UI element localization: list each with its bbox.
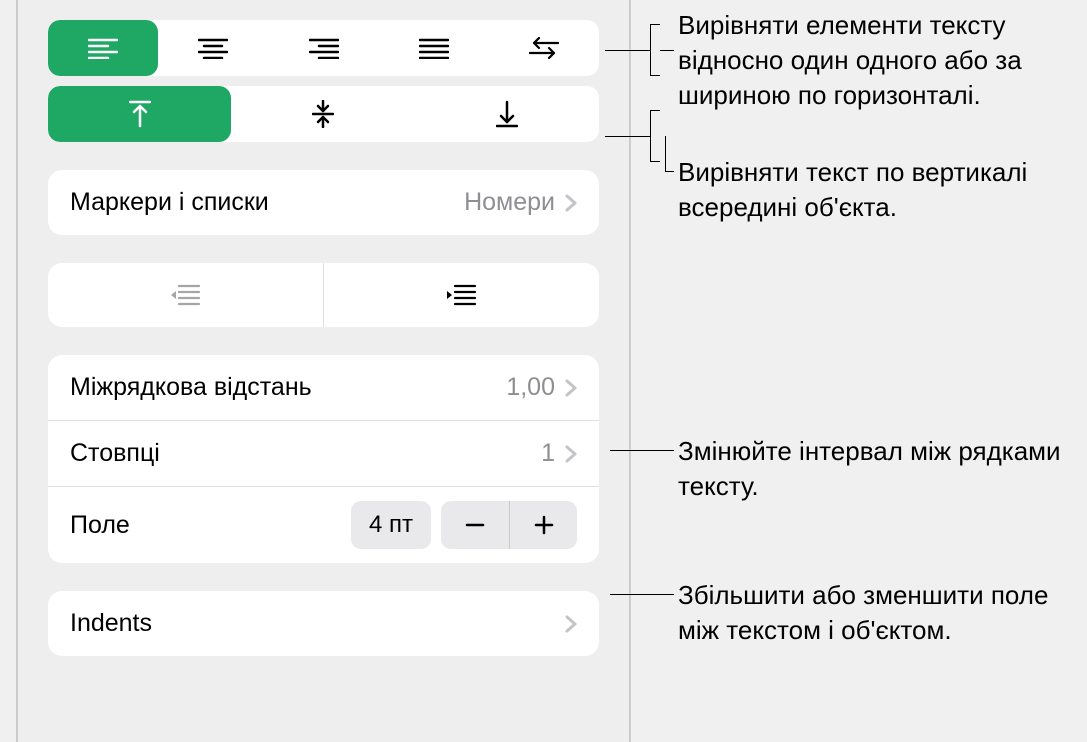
indents-label: Indents <box>70 609 152 638</box>
vertical-alignment-group <box>48 86 599 142</box>
align-left-icon <box>88 37 118 59</box>
indent-button[interactable] <box>323 263 599 327</box>
line-spacing-label: Міжрядкова відстань <box>70 373 312 402</box>
chevron-right-icon <box>565 445 577 463</box>
bullets-label: Маркери і списки <box>70 188 269 217</box>
chevron-right-icon <box>565 194 577 212</box>
outdent-button[interactable] <box>48 263 323 327</box>
indents-card: Indents <box>48 591 599 656</box>
callout-bracket-vert <box>650 110 660 162</box>
columns-row[interactable]: Стовпці 1 <box>48 420 599 486</box>
align-direction-button[interactable] <box>489 20 599 76</box>
callout-leader-vert <box>605 136 650 137</box>
margin-controls: 4 пт <box>351 501 577 549</box>
columns-value: 1 <box>541 439 555 468</box>
callout-leader-horiz-right <box>660 50 674 51</box>
format-panel: Маркери і списки Номери <box>16 0 631 742</box>
indents-row[interactable]: Indents <box>48 591 599 656</box>
callout-bracket-horiz <box>650 24 660 76</box>
bullets-row[interactable]: Маркери і списки Номери <box>48 170 599 235</box>
annotation-line-spacing: Змінюйте інтервал між рядками тексту. <box>678 434 1078 504</box>
valign-bottom-button[interactable] <box>415 86 599 142</box>
outdent-icon <box>171 283 201 307</box>
bidi-arrows-icon <box>529 37 559 59</box>
margin-stepper <box>441 501 577 549</box>
valign-middle-button[interactable] <box>231 86 415 142</box>
callout-leader-horiz <box>605 50 650 51</box>
callout-leader-spacing <box>610 450 674 451</box>
valign-bottom-icon <box>496 100 518 128</box>
indents-chevron-wrap <box>565 615 577 633</box>
bullets-value-wrap: Номери <box>464 188 577 217</box>
margin-value[interactable]: 4 пт <box>351 501 431 549</box>
callout-leader-margin <box>610 594 674 595</box>
margin-decrease-button[interactable] <box>441 501 509 549</box>
margin-increase-button[interactable] <box>509 501 577 549</box>
callout-leader-vert-right <box>665 171 674 172</box>
bullets-card: Маркери і списки Номери <box>48 170 599 235</box>
indent-group <box>48 263 599 327</box>
valign-top-button[interactable] <box>48 86 231 142</box>
align-justify-icon <box>419 37 449 59</box>
minus-icon <box>464 514 486 536</box>
columns-label: Стовпці <box>70 439 160 468</box>
valign-top-icon <box>129 100 151 128</box>
align-center-button[interactable] <box>158 20 268 76</box>
valign-middle-icon <box>312 100 334 128</box>
chevron-right-icon <box>565 379 577 397</box>
margin-row: Поле 4 пт <box>48 486 599 563</box>
align-justify-button[interactable] <box>379 20 489 76</box>
annotation-margin: Збільшити або зменшити поле між текстом … <box>678 578 1078 648</box>
align-right-icon <box>309 37 339 59</box>
bullets-value: Номери <box>464 188 555 217</box>
align-left-button[interactable] <box>48 20 158 76</box>
align-center-icon <box>198 37 228 59</box>
annotation-horiz-align: Вирівняти елементи тексту відносно один … <box>678 8 1078 113</box>
indent-icon <box>447 283 477 307</box>
spacing-card: Міжрядкова відстань 1,00 Стовпці 1 Поле … <box>48 355 599 563</box>
columns-value-wrap: 1 <box>541 439 577 468</box>
plus-icon <box>533 514 555 536</box>
horizontal-alignment-group <box>48 20 599 76</box>
line-spacing-row[interactable]: Міжрядкова відстань 1,00 <box>48 355 599 420</box>
chevron-right-icon <box>565 615 577 633</box>
line-spacing-value-wrap: 1,00 <box>506 373 577 402</box>
callout-leader-vert-up <box>665 136 666 171</box>
line-spacing-value: 1,00 <box>506 373 555 402</box>
align-right-button[interactable] <box>268 20 378 76</box>
annotation-vert-align: Вирівняти текст по вертикалі всередині о… <box>678 155 1078 225</box>
margin-label: Поле <box>70 511 130 540</box>
